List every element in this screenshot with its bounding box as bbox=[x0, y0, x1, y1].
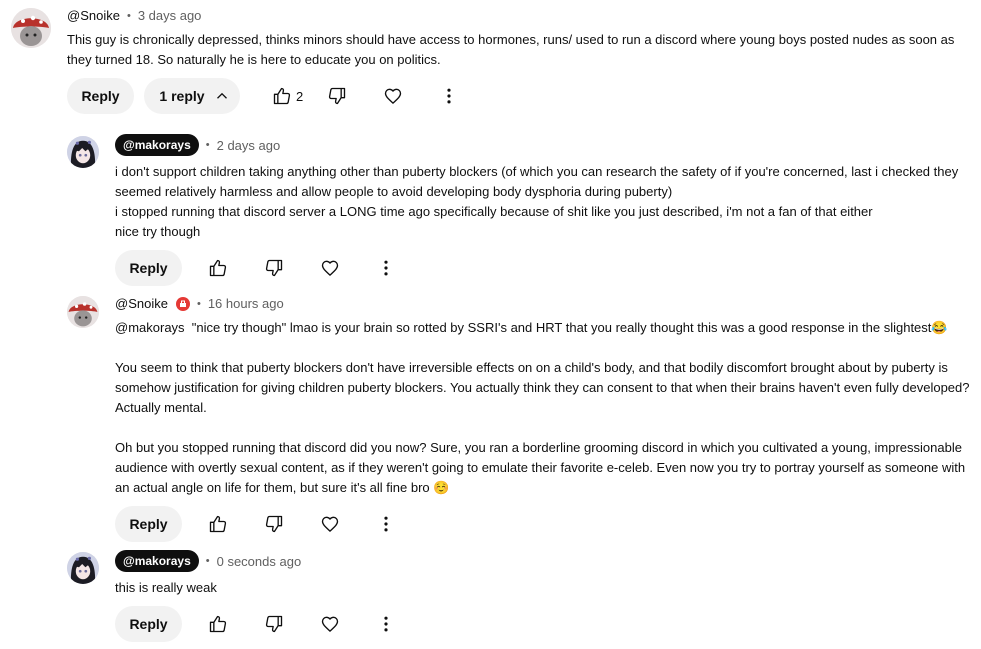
timestamp[interactable]: 3 days ago bbox=[138, 8, 202, 23]
comment-text: @makorays "nice try though" lmao is your… bbox=[115, 320, 970, 495]
comment-actions: Reply bbox=[115, 606, 406, 642]
reply-button[interactable]: Reply bbox=[67, 78, 134, 114]
heart-icon bbox=[383, 86, 403, 106]
comment-header: @makorays • 0 seconds ago bbox=[115, 550, 301, 572]
more-actions-button[interactable] bbox=[366, 250, 406, 286]
avatar[interactable] bbox=[67, 136, 99, 168]
like-button[interactable] bbox=[198, 250, 238, 286]
separator-dot: • bbox=[205, 555, 210, 567]
separator-dot: • bbox=[205, 139, 210, 151]
thumbs-down-icon bbox=[327, 86, 347, 106]
comment-text: i don't support children taking anything… bbox=[115, 164, 959, 239]
heart-icon bbox=[320, 514, 340, 534]
reply-button[interactable]: Reply bbox=[115, 606, 182, 642]
separator-dot: • bbox=[126, 9, 131, 22]
avatar[interactable] bbox=[67, 552, 99, 584]
thumbs-up-icon bbox=[272, 86, 292, 106]
heart-button[interactable] bbox=[310, 606, 350, 642]
avatar[interactable] bbox=[11, 8, 51, 48]
more-actions-button[interactable] bbox=[429, 78, 469, 114]
author-handle-badge[interactable]: @makorays bbox=[115, 550, 199, 572]
more-vert-icon bbox=[376, 514, 396, 534]
more-actions-button[interactable] bbox=[366, 606, 406, 642]
replies-toggle-button[interactable]: 1 reply bbox=[144, 78, 240, 114]
comment-actions: Reply bbox=[115, 506, 406, 542]
replies-count-label: 1 reply bbox=[159, 88, 205, 104]
timestamp[interactable]: 0 seconds ago bbox=[217, 554, 302, 569]
comment-header: @Snoike • 16 hours ago bbox=[115, 296, 284, 311]
comment-text: this is really weak bbox=[115, 580, 217, 595]
dislike-button[interactable] bbox=[254, 606, 294, 642]
member-badge-icon bbox=[175, 296, 190, 311]
author-handle[interactable]: @Snoike bbox=[67, 8, 120, 23]
comment-header: @Snoike • 3 days ago bbox=[67, 8, 201, 23]
reply-button[interactable]: Reply bbox=[115, 250, 182, 286]
anime-avatar-image bbox=[67, 552, 99, 584]
separator-dot: • bbox=[196, 297, 201, 310]
reply-button[interactable]: Reply bbox=[115, 506, 182, 542]
thumbs-up-icon bbox=[208, 514, 228, 534]
like-button[interactable] bbox=[198, 606, 238, 642]
heart-button[interactable] bbox=[310, 250, 350, 286]
thumbs-up-icon bbox=[208, 614, 228, 634]
comment-header: @makorays • 2 days ago bbox=[115, 134, 280, 156]
heart-button[interactable] bbox=[373, 78, 413, 114]
heart-icon bbox=[320, 258, 340, 278]
heart-icon bbox=[320, 614, 340, 634]
thumbs-down-icon bbox=[264, 614, 284, 634]
dislike-button[interactable] bbox=[254, 506, 294, 542]
chevron-up-icon bbox=[213, 87, 231, 105]
anime-avatar-image bbox=[67, 136, 99, 168]
like-count: 2 bbox=[296, 88, 304, 104]
dislike-button[interactable] bbox=[317, 78, 357, 114]
author-handle[interactable]: @Snoike bbox=[115, 296, 168, 311]
more-actions-button[interactable] bbox=[366, 506, 406, 542]
like-button[interactable] bbox=[198, 506, 238, 542]
comment-text: This guy is chronically depressed, think… bbox=[67, 32, 955, 67]
timestamp[interactable]: 16 hours ago bbox=[208, 296, 284, 311]
avatar[interactable] bbox=[67, 296, 99, 328]
mushroom-avatar-image bbox=[11, 8, 51, 48]
comment-actions: Reply bbox=[115, 250, 406, 286]
mushroom-avatar-image bbox=[67, 296, 99, 328]
dislike-button[interactable] bbox=[254, 250, 294, 286]
comment-actions: Reply 1 reply 2 bbox=[67, 78, 469, 114]
thumbs-up-icon bbox=[208, 258, 228, 278]
more-vert-icon bbox=[439, 86, 459, 106]
more-vert-icon bbox=[376, 258, 396, 278]
thumbs-down-icon bbox=[264, 514, 284, 534]
author-handle-badge[interactable]: @makorays bbox=[115, 134, 199, 156]
timestamp[interactable]: 2 days ago bbox=[217, 138, 281, 153]
more-vert-icon bbox=[376, 614, 396, 634]
badge-glyph bbox=[179, 300, 186, 307]
heart-button[interactable] bbox=[310, 506, 350, 542]
thumbs-down-icon bbox=[264, 258, 284, 278]
